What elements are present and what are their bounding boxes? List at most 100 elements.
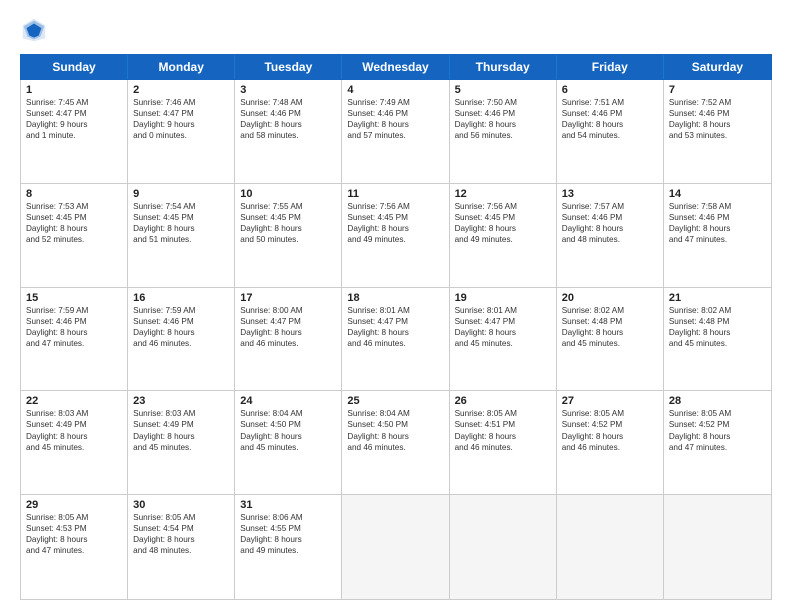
- cell-info-line: Daylight: 8 hours: [562, 223, 658, 234]
- cal-cell: [342, 495, 449, 599]
- cell-info-line: and 57 minutes.: [347, 130, 443, 141]
- cal-cell: 10Sunrise: 7:55 AMSunset: 4:45 PMDayligh…: [235, 184, 342, 287]
- cell-info-line: Sunrise: 7:50 AM: [455, 97, 551, 108]
- day-number: 6: [562, 84, 658, 96]
- logo-icon: [20, 16, 48, 44]
- day-number: 3: [240, 84, 336, 96]
- cell-info-line: Daylight: 9 hours: [26, 119, 122, 130]
- cal-cell: 3Sunrise: 7:48 AMSunset: 4:46 PMDaylight…: [235, 80, 342, 183]
- cal-cell: 15Sunrise: 7:59 AMSunset: 4:46 PMDayligh…: [21, 288, 128, 391]
- cell-info-line: and 46 minutes.: [562, 442, 658, 453]
- header-day-tuesday: Tuesday: [235, 55, 342, 79]
- cell-info-line: Sunset: 4:46 PM: [133, 316, 229, 327]
- day-number: 17: [240, 292, 336, 304]
- cell-info-line: Daylight: 8 hours: [133, 534, 229, 545]
- header-day-monday: Monday: [128, 55, 235, 79]
- cell-info-line: Sunset: 4:47 PM: [133, 108, 229, 119]
- calendar-row-1: 1Sunrise: 7:45 AMSunset: 4:47 PMDaylight…: [21, 80, 771, 184]
- cell-info-line: Sunset: 4:46 PM: [455, 108, 551, 119]
- cell-info-line: Daylight: 8 hours: [133, 327, 229, 338]
- day-number: 4: [347, 84, 443, 96]
- cal-cell: 1Sunrise: 7:45 AMSunset: 4:47 PMDaylight…: [21, 80, 128, 183]
- cell-info-line: Sunset: 4:51 PM: [455, 419, 551, 430]
- cal-cell: 7Sunrise: 7:52 AMSunset: 4:46 PMDaylight…: [664, 80, 771, 183]
- cell-info-line: Sunrise: 7:48 AM: [240, 97, 336, 108]
- day-number: 19: [455, 292, 551, 304]
- cell-info-line: Sunset: 4:49 PM: [133, 419, 229, 430]
- cal-cell: 31Sunrise: 8:06 AMSunset: 4:55 PMDayligh…: [235, 495, 342, 599]
- cell-info-line: Sunrise: 7:54 AM: [133, 201, 229, 212]
- cal-cell: 2Sunrise: 7:46 AMSunset: 4:47 PMDaylight…: [128, 80, 235, 183]
- day-number: 20: [562, 292, 658, 304]
- day-number: 8: [26, 188, 122, 200]
- cell-info-line: and 46 minutes.: [240, 338, 336, 349]
- cell-info-line: Sunrise: 8:03 AM: [26, 408, 122, 419]
- cell-info-line: and 46 minutes.: [347, 442, 443, 453]
- cell-info-line: and 48 minutes.: [562, 234, 658, 245]
- cell-info-line: and 49 minutes.: [240, 545, 336, 556]
- day-number: 21: [669, 292, 766, 304]
- cell-info-line: and 53 minutes.: [669, 130, 766, 141]
- cal-cell: [450, 495, 557, 599]
- calendar-row-4: 22Sunrise: 8:03 AMSunset: 4:49 PMDayligh…: [21, 391, 771, 495]
- cell-info-line: Sunrise: 7:57 AM: [562, 201, 658, 212]
- cell-info-line: Sunset: 4:45 PM: [133, 212, 229, 223]
- cell-info-line: and 58 minutes.: [240, 130, 336, 141]
- cell-info-line: Daylight: 8 hours: [347, 431, 443, 442]
- cell-info-line: and 45 minutes.: [26, 442, 122, 453]
- cal-cell: [664, 495, 771, 599]
- cell-info-line: Daylight: 8 hours: [347, 119, 443, 130]
- cell-info-line: Sunrise: 8:01 AM: [455, 305, 551, 316]
- cal-cell: 12Sunrise: 7:56 AMSunset: 4:45 PMDayligh…: [450, 184, 557, 287]
- cell-info-line: Sunset: 4:50 PM: [240, 419, 336, 430]
- cell-info-line: Sunrise: 7:56 AM: [347, 201, 443, 212]
- day-number: 27: [562, 395, 658, 407]
- cell-info-line: and 45 minutes.: [133, 442, 229, 453]
- cell-info-line: Sunrise: 7:58 AM: [669, 201, 766, 212]
- cell-info-line: and 54 minutes.: [562, 130, 658, 141]
- cell-info-line: Sunset: 4:45 PM: [347, 212, 443, 223]
- cell-info-line: Daylight: 8 hours: [240, 534, 336, 545]
- cal-cell: 8Sunrise: 7:53 AMSunset: 4:45 PMDaylight…: [21, 184, 128, 287]
- cell-info-line: Sunset: 4:52 PM: [669, 419, 766, 430]
- cell-info-line: Sunrise: 8:04 AM: [240, 408, 336, 419]
- header-day-thursday: Thursday: [450, 55, 557, 79]
- cell-info-line: and 56 minutes.: [455, 130, 551, 141]
- cell-info-line: and 47 minutes.: [26, 338, 122, 349]
- cell-info-line: and 47 minutes.: [26, 545, 122, 556]
- cell-info-line: Sunset: 4:46 PM: [669, 212, 766, 223]
- cell-info-line: Sunset: 4:47 PM: [240, 316, 336, 327]
- cell-info-line: and 47 minutes.: [669, 234, 766, 245]
- cell-info-line: Sunset: 4:48 PM: [669, 316, 766, 327]
- cal-cell: 14Sunrise: 7:58 AMSunset: 4:46 PMDayligh…: [664, 184, 771, 287]
- day-number: 10: [240, 188, 336, 200]
- cell-info-line: and 45 minutes.: [455, 338, 551, 349]
- cell-info-line: Sunrise: 8:04 AM: [347, 408, 443, 419]
- cell-info-line: Daylight: 8 hours: [562, 327, 658, 338]
- cell-info-line: and 45 minutes.: [669, 338, 766, 349]
- cell-info-line: Sunrise: 8:05 AM: [455, 408, 551, 419]
- cell-info-line: Sunrise: 8:05 AM: [669, 408, 766, 419]
- cell-info-line: Sunset: 4:54 PM: [133, 523, 229, 534]
- cell-info-line: Daylight: 8 hours: [26, 431, 122, 442]
- cell-info-line: Daylight: 8 hours: [240, 431, 336, 442]
- cell-info-line: Daylight: 8 hours: [347, 327, 443, 338]
- cal-cell: 27Sunrise: 8:05 AMSunset: 4:52 PMDayligh…: [557, 391, 664, 494]
- cell-info-line: Sunset: 4:46 PM: [562, 108, 658, 119]
- cal-cell: [557, 495, 664, 599]
- cell-info-line: Sunrise: 8:06 AM: [240, 512, 336, 523]
- cell-info-line: Sunset: 4:46 PM: [240, 108, 336, 119]
- cal-cell: 5Sunrise: 7:50 AMSunset: 4:46 PMDaylight…: [450, 80, 557, 183]
- cal-cell: 13Sunrise: 7:57 AMSunset: 4:46 PMDayligh…: [557, 184, 664, 287]
- cell-info-line: Daylight: 8 hours: [669, 327, 766, 338]
- cal-cell: 24Sunrise: 8:04 AMSunset: 4:50 PMDayligh…: [235, 391, 342, 494]
- cell-info-line: Daylight: 8 hours: [26, 223, 122, 234]
- cal-cell: 4Sunrise: 7:49 AMSunset: 4:46 PMDaylight…: [342, 80, 449, 183]
- day-number: 1: [26, 84, 122, 96]
- day-number: 15: [26, 292, 122, 304]
- cell-info-line: Sunrise: 8:05 AM: [562, 408, 658, 419]
- page: SundayMondayTuesdayWednesdayThursdayFrid…: [0, 0, 792, 612]
- cell-info-line: Sunrise: 8:05 AM: [26, 512, 122, 523]
- day-number: 24: [240, 395, 336, 407]
- cal-cell: 19Sunrise: 8:01 AMSunset: 4:47 PMDayligh…: [450, 288, 557, 391]
